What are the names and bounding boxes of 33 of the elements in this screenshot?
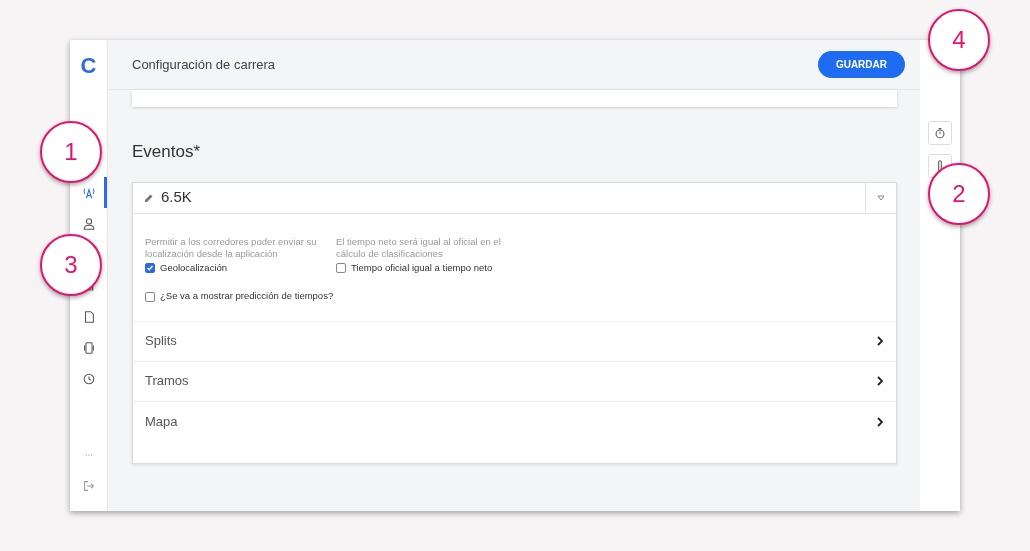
phone-icon	[81, 340, 96, 355]
hint-text: Permitir a los corredores poder enviar su localización desde la aplicación	[145, 235, 318, 262]
section-row[interactable]: Tramos	[133, 361, 896, 402]
logout-icon[interactable]	[81, 478, 96, 493]
section-row[interactable]: Mapa	[133, 401, 896, 442]
chevron-icon	[876, 376, 884, 387]
clock-icon	[81, 371, 96, 386]
checkbox-label: Geolocalización	[160, 261, 228, 276]
stopwatch-icon	[933, 126, 947, 140]
event-name: 6.5K	[161, 187, 192, 208]
active-indicator	[104, 177, 107, 208]
checkbox-label: ¿Se va a mostrar predicción de tiempos?	[160, 289, 334, 304]
page-title: Configuración de carrera	[132, 55, 276, 74]
caret-icon	[877, 194, 885, 201]
chevron-icon	[876, 416, 884, 427]
hint-text: El tiempo neto será igual al oficial en el cálculo de clasificaciones	[336, 235, 502, 262]
callout-tooltip: 2	[928, 163, 990, 225]
chevron-icon	[876, 336, 884, 347]
checkbox[interactable]	[336, 263, 346, 274]
checkbox[interactable]	[145, 291, 155, 302]
callout-tooltip: 4	[928, 9, 990, 71]
check-icon	[146, 264, 154, 273]
logo: C	[80, 55, 97, 77]
section-row[interactable]: Splits	[133, 321, 896, 362]
save-button[interactable]: GUARDAR	[817, 51, 905, 78]
pencil-icon	[144, 192, 154, 203]
checkbox-label: Tiempo oficial igual a tiempo neto	[351, 261, 493, 276]
callout-tooltip: 3	[40, 234, 102, 296]
stopwatch-button[interactable]	[928, 121, 952, 145]
checkbox[interactable]	[145, 263, 155, 274]
person-icon	[81, 216, 96, 231]
callout-tooltip: 1	[40, 121, 102, 183]
section-title: Eventos*	[132, 141, 202, 163]
